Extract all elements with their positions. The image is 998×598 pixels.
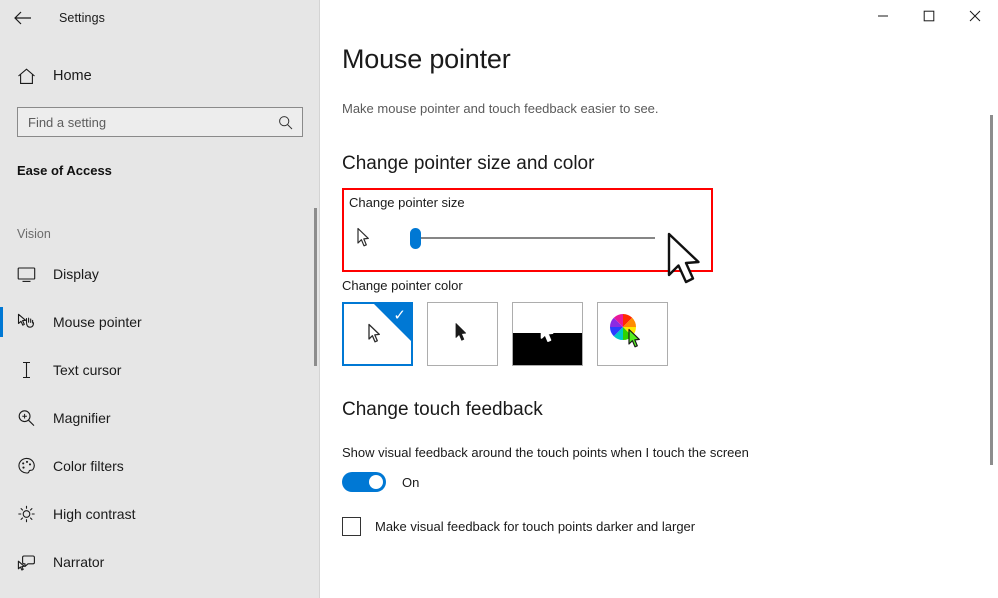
pointer-size-color-heading: Change pointer size and color [342, 153, 595, 174]
slider-track [415, 237, 655, 239]
sidebar-section-title: Ease of Access [17, 163, 112, 178]
search-icon[interactable] [278, 115, 302, 130]
sidebar-scrollbar[interactable] [314, 208, 317, 366]
slider-thumb[interactable] [410, 228, 421, 249]
page-title: Mouse pointer [342, 44, 511, 74]
pointer-color-option-custom[interactable] [597, 302, 668, 366]
darker-larger-checkbox[interactable] [342, 517, 361, 536]
back-button[interactable] [0, 2, 46, 34]
touch-feedback-toggle-state: On [402, 474, 420, 490]
green-cursor-icon [627, 328, 643, 355]
settings-window: Settings Home Ease of Access Vision [0, 0, 998, 598]
sidebar-item-high-contrast[interactable]: High contrast [0, 490, 320, 538]
content-area: Mouse pointer Make mouse pointer and tou… [320, 0, 998, 536]
touch-feedback-toggle[interactable] [342, 472, 386, 492]
darker-larger-checkbox-row[interactable]: Make visual feedback for touch points da… [342, 517, 998, 536]
sidebar-group-label: Vision [17, 227, 51, 241]
white-cursor-icon [367, 323, 383, 350]
pointer-color-option-black[interactable] [427, 302, 498, 366]
magnifier-icon [17, 409, 47, 427]
pointer-color-swatches: ✓ [342, 302, 998, 366]
checkmark-icon: ✓ [393, 307, 406, 324]
sidebar-item-magnifier[interactable]: Magnifier [0, 394, 320, 442]
sidebar: Settings Home Ease of Access Vision [0, 0, 320, 598]
touch-feedback-heading: Change touch feedback [342, 399, 543, 420]
sidebar-item-home[interactable]: Home [0, 59, 320, 93]
search-box[interactable] [17, 107, 303, 137]
sidebar-nav: Display Mouse pointer Text cursor Magnif… [0, 250, 320, 586]
page-subtitle: Make mouse pointer and touch feedback ea… [342, 101, 659, 116]
sidebar-item-mouse-pointer-label: Mouse pointer [53, 314, 142, 330]
sidebar-item-text-cursor-label: Text cursor [53, 362, 122, 378]
pointer-size-slider-row [349, 210, 711, 284]
brightness-icon [17, 505, 47, 523]
palette-icon [17, 457, 47, 475]
pointer-size-label: Change pointer size [349, 195, 465, 210]
black-cursor-icon [454, 322, 469, 348]
sidebar-item-color-filters-label: Color filters [53, 458, 124, 474]
app-title: Settings [59, 11, 105, 25]
minimize-button[interactable] [860, 0, 906, 32]
toggle-knob [369, 475, 383, 489]
pointer-size-slider[interactable] [379, 223, 664, 253]
small-cursor-icon [349, 227, 379, 249]
text-cursor-icon [17, 361, 47, 379]
search-input[interactable] [18, 114, 278, 130]
sidebar-item-color-filters[interactable]: Color filters [0, 442, 320, 490]
sidebar-item-mouse-pointer[interactable]: Mouse pointer [0, 298, 320, 346]
touch-feedback-toggle-row: On [342, 472, 998, 492]
sidebar-item-display-label: Display [53, 266, 99, 282]
sidebar-item-text-cursor[interactable]: Text cursor [0, 346, 320, 394]
darker-larger-checkbox-label: Make visual feedback for touch points da… [375, 519, 696, 534]
large-cursor-icon [665, 232, 707, 293]
sidebar-item-display[interactable]: Display [0, 250, 320, 298]
window-controls [860, 0, 998, 32]
narrator-icon [17, 553, 47, 571]
pointer-size-highlight-box: Change pointer size [342, 188, 713, 284]
mouse-pointer-hand-icon [17, 313, 47, 331]
home-icon [17, 67, 47, 85]
monitor-icon [17, 266, 47, 283]
sidebar-item-home-label: Home [53, 68, 92, 84]
titlebar-left: Settings [0, 0, 320, 36]
touch-feedback-description: Show visual feedback around the touch po… [342, 445, 749, 460]
main-scrollbar[interactable] [990, 115, 993, 465]
sidebar-item-magnifier-label: Magnifier [53, 410, 111, 426]
close-button[interactable] [952, 0, 998, 32]
main-content: Mouse pointer Make mouse pointer and tou… [320, 0, 998, 598]
sidebar-item-high-contrast-label: High contrast [53, 506, 136, 522]
pointer-color-option-white[interactable]: ✓ [342, 302, 413, 366]
sidebar-item-narrator[interactable]: Narrator [0, 538, 320, 586]
maximize-button[interactable] [906, 0, 952, 32]
sidebar-item-narrator-label: Narrator [53, 554, 105, 570]
inverted-cursor-icon [539, 321, 556, 350]
pointer-color-option-inverted[interactable] [512, 302, 583, 366]
